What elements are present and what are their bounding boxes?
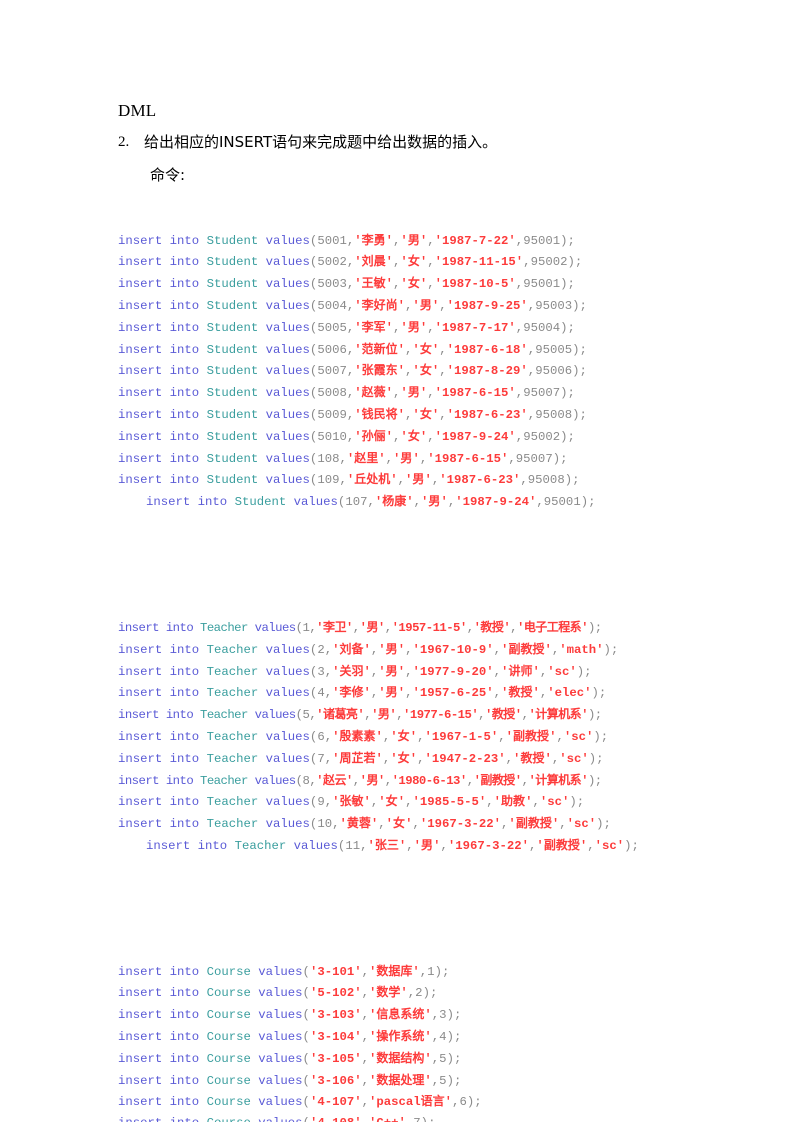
sql-statement-line: insert into Course values('5-102','数学',2… xyxy=(118,985,438,1001)
list-item-text: 给出相应的INSERT语句来完成题中给出数据的插入。 xyxy=(144,133,498,151)
sql-statement-line: insert into Teacher values(4,'李修','男','1… xyxy=(118,685,607,701)
sql-statement-line: insert into Course values('3-104','操作系统'… xyxy=(118,1029,462,1045)
sql-statement-line: insert into Teacher values(5,'诸葛亮','男','… xyxy=(118,707,602,723)
sql-statement-line: insert into Student values(5004,'李好尚','男… xyxy=(118,297,587,313)
sql-statement-line: insert into Student values(5006,'范新位','女… xyxy=(118,341,587,357)
sql-statement-line: insert into Student values(108,'赵里','男',… xyxy=(118,450,568,466)
sql-statement-line: insert into Course values('3-103','信息系统'… xyxy=(118,1007,462,1023)
block-separator xyxy=(118,555,718,576)
command-label: 命令: xyxy=(150,166,186,184)
sql-statement-line: insert into Teacher values(2,'刘备','男','1… xyxy=(118,641,619,657)
sql-statement-line: insert into Student values(5005,'李军','男'… xyxy=(118,319,575,335)
numbered-list-item: 2. 给出相应的INSERT语句来完成题中给出数据的插入。 xyxy=(118,132,718,153)
sql-statement-line: insert into Student values(5009,'钱民将','女… xyxy=(118,406,587,422)
document-page: DML 2. 给出相应的INSERT语句来完成题中给出数据的插入。 命令: in… xyxy=(0,0,793,1122)
sql-statement-line: insert into Course values('4-108','C++',… xyxy=(118,1113,718,1122)
sql-statement-line: insert into Teacher values(7,'周芷若','女','… xyxy=(118,750,604,766)
sql-statement-line: insert into Student values(5002,'刘晨','女'… xyxy=(118,254,583,270)
sql-statement-line: insert into Student values(5010,'孙俪','女'… xyxy=(118,428,575,444)
course-insert-statements: insert into Course values('3-101','数据库',… xyxy=(118,961,718,1122)
document-content: DML 2. 给出相应的INSERT语句来完成题中给出数据的插入。 命令: in… xyxy=(118,100,718,1122)
list-item-number: 2. xyxy=(118,134,130,150)
sql-statement-line: insert into Teacher values(6,'殷素素','女','… xyxy=(118,728,609,744)
sql-statement-line: insert into Student values(5008,'赵薇','男'… xyxy=(118,385,575,401)
sql-statement-line: insert into Student values(5007,'张霞东','女… xyxy=(118,363,587,379)
sql-statement-line: insert into Teacher values(1,'李卫','男','1… xyxy=(118,619,602,635)
sql-statement-line: insert into Course values('3-101','数据库',… xyxy=(118,963,450,979)
sql-statement-line: insert into Course values('3-105','数据结构'… xyxy=(118,1050,462,1066)
sql-statement-line: insert into Course values('4-107','pasca… xyxy=(118,1094,482,1110)
teacher-insert-statements: insert into Teacher values(1,'李卫','男','1… xyxy=(118,617,718,857)
sql-statement-line: insert into Student values(5001,'李勇','男'… xyxy=(118,232,575,248)
sql-statement-line: insert into Teacher values(8,'赵云','男','1… xyxy=(118,772,602,788)
sql-statement-line: insert into Student values(107,'杨康','男',… xyxy=(146,494,596,510)
sql-statement-line: insert into Teacher values(3,'关羽','男','1… xyxy=(118,663,592,679)
sql-statement-line: insert into Course values('3-106','数据处理'… xyxy=(118,1072,462,1088)
sql-statement-line: insert into Teacher values(10,'黄蓉','女','… xyxy=(118,816,611,832)
sql-statement-line: insert into Student values(5003,'王敏','女'… xyxy=(118,276,575,292)
block-separator xyxy=(118,898,718,919)
sql-statement-line: insert into Student values(109,'丘处机','男'… xyxy=(118,472,580,488)
page-title: DML xyxy=(118,101,157,120)
student-insert-statements: insert into Student values(5001,'李勇','男'… xyxy=(118,230,718,513)
sql-statement-line: insert into Teacher values(11,'张三','男','… xyxy=(146,837,639,853)
sql-statement-line: insert into Teacher values(9,'张敏','女','1… xyxy=(118,794,585,810)
sql-code-block: insert into Student values(5001,'李勇','男'… xyxy=(118,188,718,1122)
